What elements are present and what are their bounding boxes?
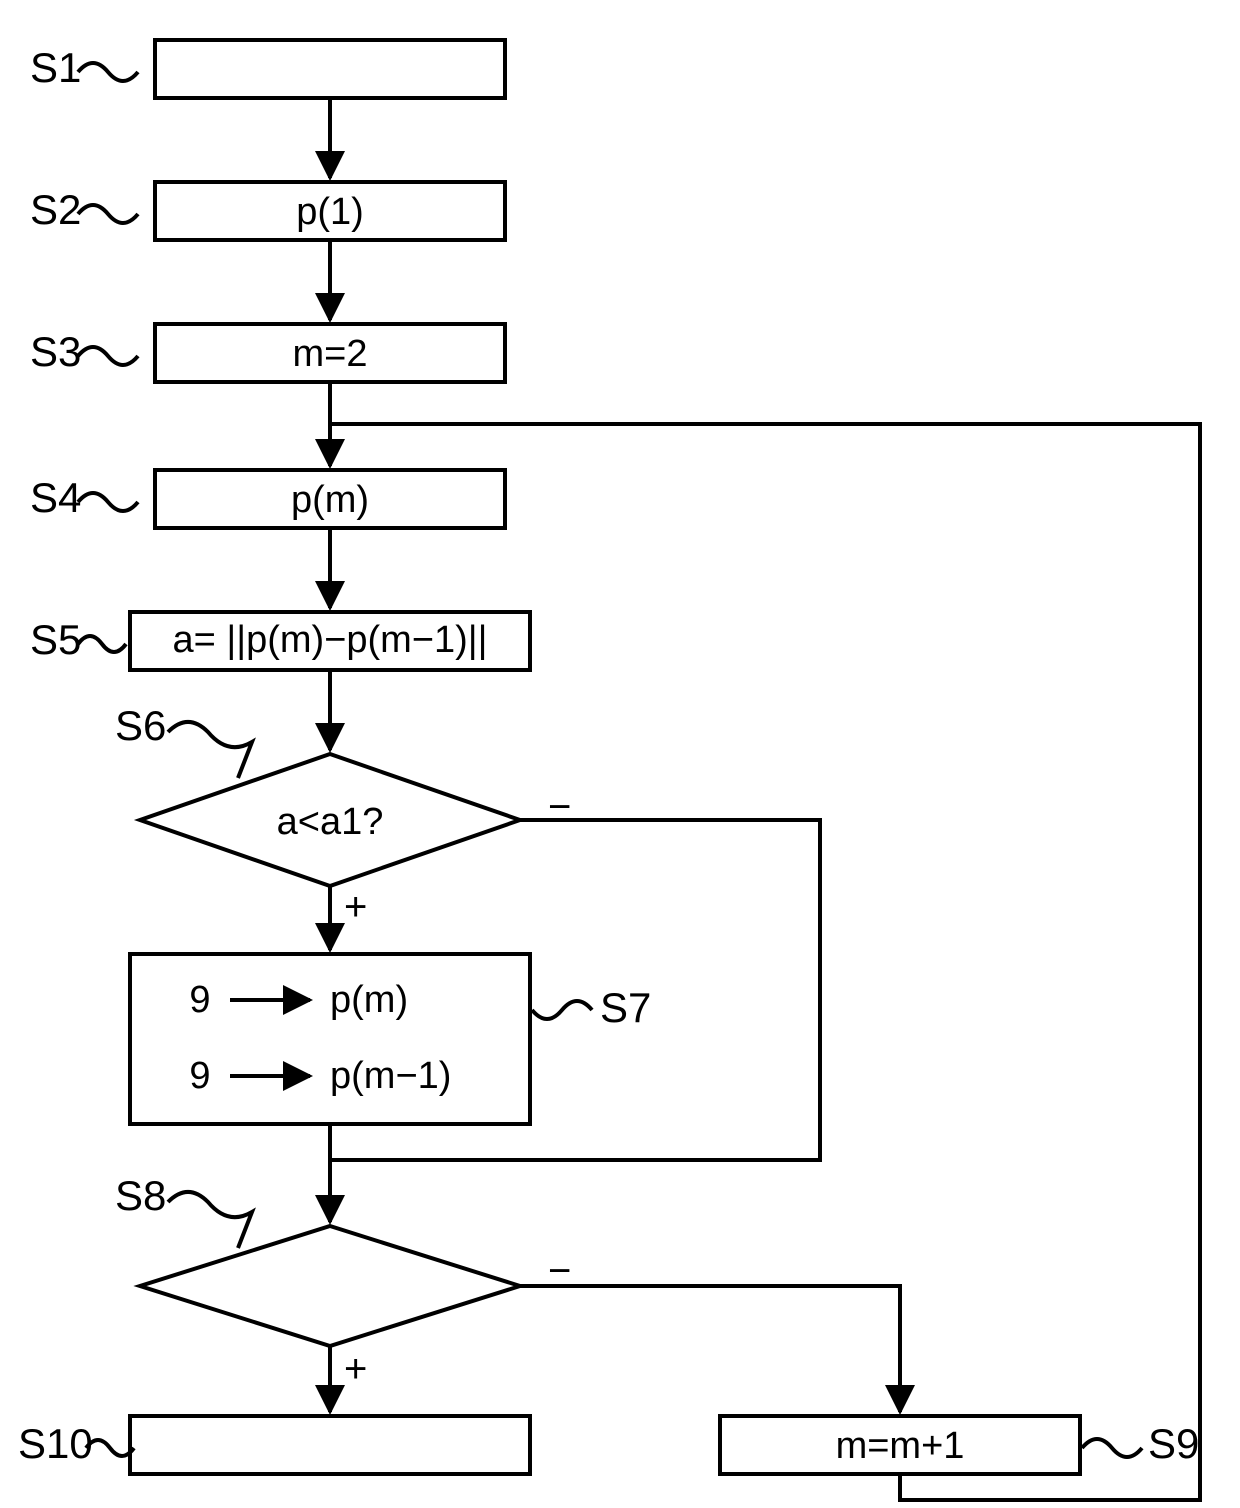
squiggle-s9 [1082, 1439, 1142, 1457]
squiggle-s4 [78, 493, 138, 511]
s7-row1-right: p(m) [330, 979, 408, 1021]
branch-s6-plus: + [344, 885, 367, 929]
label-s6: S6 [115, 702, 166, 749]
s7-row2-left: 9 [189, 1055, 210, 1097]
label-s7: S7 [600, 984, 651, 1031]
squiggle-s7 [532, 1001, 592, 1019]
step-s9-text: m=m+1 [836, 1425, 965, 1467]
label-s10: S10 [18, 1420, 93, 1467]
decision-s8 [140, 1226, 520, 1346]
label-s3: S3 [30, 328, 81, 375]
step-s10-box [130, 1416, 530, 1474]
step-s1-box [155, 40, 505, 98]
branch-s6-minus: − [548, 785, 571, 829]
squiggle-s1 [78, 63, 138, 81]
squiggle-s10 [86, 1440, 134, 1456]
squiggle-s3 [78, 347, 138, 365]
label-s1: S1 [30, 44, 81, 91]
step-s2-text: p(1) [296, 191, 364, 233]
label-s8: S8 [115, 1172, 166, 1219]
s7-row2-right: p(m−1) [330, 1055, 451, 1097]
squiggle-s2 [78, 205, 138, 223]
squiggle-s5 [78, 636, 126, 652]
label-s9: S9 [1148, 1420, 1199, 1467]
squiggle-s8 [168, 1192, 252, 1248]
s7-row1-left: 9 [189, 979, 210, 1021]
label-s4: S4 [30, 474, 81, 521]
decision-s6-text: a<a1? [277, 801, 384, 843]
label-s2: S2 [30, 186, 81, 233]
label-s5: S5 [30, 616, 81, 663]
branch-s8-plus: + [344, 1347, 367, 1391]
squiggle-s6 [168, 722, 252, 778]
step-s3-text: m=2 [293, 333, 368, 375]
step-s5-text: a= ||p(m)−p(m−1)|| [172, 619, 487, 661]
step-s4-text: p(m) [291, 479, 369, 521]
arrow-s8-s9 [520, 1286, 900, 1412]
